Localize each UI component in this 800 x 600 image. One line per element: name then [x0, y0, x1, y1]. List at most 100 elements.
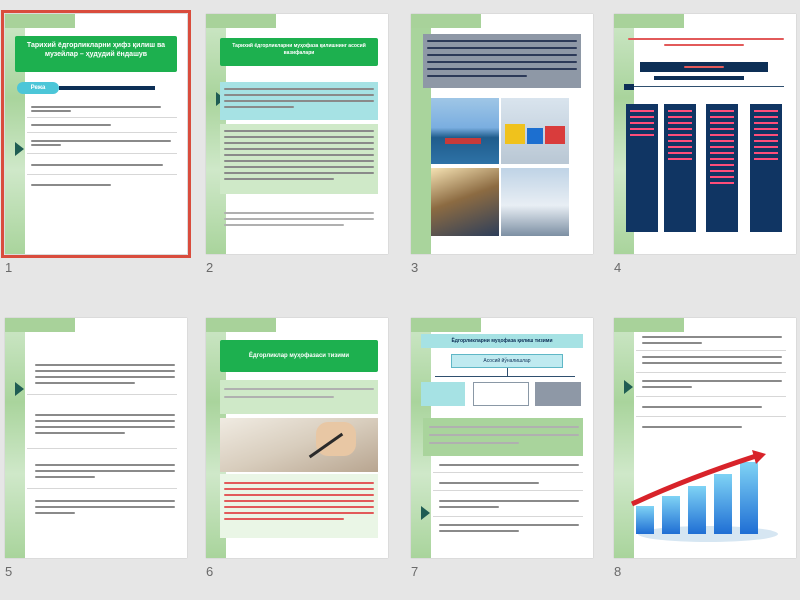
text-line [642, 386, 692, 388]
slide-thumbnail-1[interactable]: Тарихий ёдгорликларни ҳифз қилиш ва музе… [1, 10, 191, 275]
text-line [628, 38, 784, 40]
connector-line [507, 368, 508, 376]
slide-number: 5 [5, 564, 13, 579]
text-line [427, 47, 577, 49]
text-line [35, 364, 175, 366]
slide-3-canvas[interactable] [411, 14, 593, 254]
text-line [31, 124, 111, 126]
slide-thumbnail-2[interactable]: Тарихий ёдгорликларни муҳофаза қилишнинг… [206, 14, 388, 275]
text-line [427, 68, 577, 70]
text-line [224, 88, 374, 90]
text-line [224, 148, 374, 150]
text-line [31, 106, 161, 108]
slide-5-canvas[interactable] [5, 318, 187, 558]
text-line [224, 172, 374, 174]
arrow-icon [421, 506, 430, 520]
divider [27, 132, 177, 133]
text-line [439, 506, 499, 508]
text-line [439, 482, 539, 484]
slide-thumbnail-4[interactable]: 4 [614, 14, 796, 275]
text-line [31, 164, 163, 166]
text-line [35, 500, 175, 502]
text-line [224, 494, 374, 496]
photo-trucks [501, 98, 569, 164]
text-line [427, 61, 577, 63]
text-line [642, 406, 762, 408]
text-line [427, 75, 527, 77]
text-line [35, 470, 175, 472]
text-line [31, 184, 111, 186]
text-line [224, 154, 374, 156]
text-line [224, 488, 374, 490]
text-line [224, 106, 294, 108]
plan-tag-label: Режа [30, 85, 46, 91]
info-box-green [220, 124, 378, 194]
diagram-node-3 [535, 382, 581, 406]
slide-8-canvas[interactable] [614, 318, 796, 558]
text-line [439, 500, 579, 502]
text-line [224, 224, 344, 226]
text-line [224, 142, 374, 144]
text-line [35, 414, 175, 416]
top-strip [206, 14, 276, 28]
slide-6-canvas[interactable]: Ёдгорликлар муҳофазаси тизими [206, 318, 388, 558]
slide-number: 6 [206, 564, 214, 579]
slide-number: 3 [411, 260, 419, 275]
slide-7-canvas[interactable]: Ёдгорликларни муҳофаза қилиш тизими Асос… [411, 318, 593, 558]
slide-number: 4 [614, 260, 622, 275]
text-line [427, 40, 577, 42]
slide-2-canvas[interactable]: Тарихий ёдгорликларни муҳофаза қилишнинг… [206, 14, 388, 254]
divider [636, 416, 786, 417]
text-line [429, 442, 519, 444]
slide-number: 8 [614, 564, 622, 579]
photo-ship [431, 98, 499, 164]
divider [636, 396, 786, 397]
text-line [642, 362, 782, 364]
slide-number: 7 [411, 564, 419, 579]
arrow-icon [15, 142, 24, 156]
slide-thumbnail-5[interactable]: 5 [5, 318, 187, 579]
divider [433, 490, 583, 491]
text-line [224, 388, 374, 390]
text-line [31, 110, 71, 112]
slide-4-canvas[interactable] [614, 14, 796, 254]
photo-airport [501, 168, 569, 236]
info-box-green [423, 418, 583, 456]
text-line [224, 166, 374, 168]
text-line [31, 144, 61, 146]
text-line [224, 130, 374, 132]
connector-line [634, 86, 784, 87]
text-line [224, 160, 374, 162]
text-line [224, 500, 374, 502]
slide-thumbnail-6[interactable]: Ёдгорликлар муҳофазаси тизими 6 [206, 318, 388, 579]
text-line [35, 420, 175, 422]
diagram-column-1 [626, 104, 658, 232]
slide-1-canvas[interactable]: Тарихий ёдгорликларни ҳифз қилиш ва музе… [1, 10, 191, 258]
slide-thumbnail-3[interactable]: 3 [411, 14, 593, 275]
text-line [224, 482, 374, 484]
side-strip [5, 318, 25, 558]
plan-bar [59, 86, 155, 90]
divider [27, 448, 177, 449]
text-line [224, 518, 344, 520]
text-line [35, 376, 175, 378]
slide-thumbnail-7[interactable]: Ёдгорликларни муҳофаза қилиш тизими Асос… [411, 318, 593, 579]
connector-line [435, 376, 575, 377]
text-line [35, 506, 175, 508]
diagram-node-2 [473, 382, 529, 406]
divider [27, 174, 177, 175]
text-line [224, 100, 374, 102]
text-line [224, 212, 374, 214]
arrow-icon [15, 382, 24, 396]
text-line [439, 524, 579, 526]
text-line [224, 218, 374, 220]
text-line [224, 512, 374, 514]
divider [27, 488, 177, 489]
divider [636, 350, 786, 351]
text-line [642, 342, 702, 344]
slide-number: 2 [206, 260, 214, 275]
slide-6-title: Ёдгорликлар муҳофазаси тизими [220, 340, 378, 372]
slide-thumbnail-8[interactable]: 8 [614, 318, 796, 579]
photo-office [431, 168, 499, 236]
text-line [439, 464, 579, 466]
